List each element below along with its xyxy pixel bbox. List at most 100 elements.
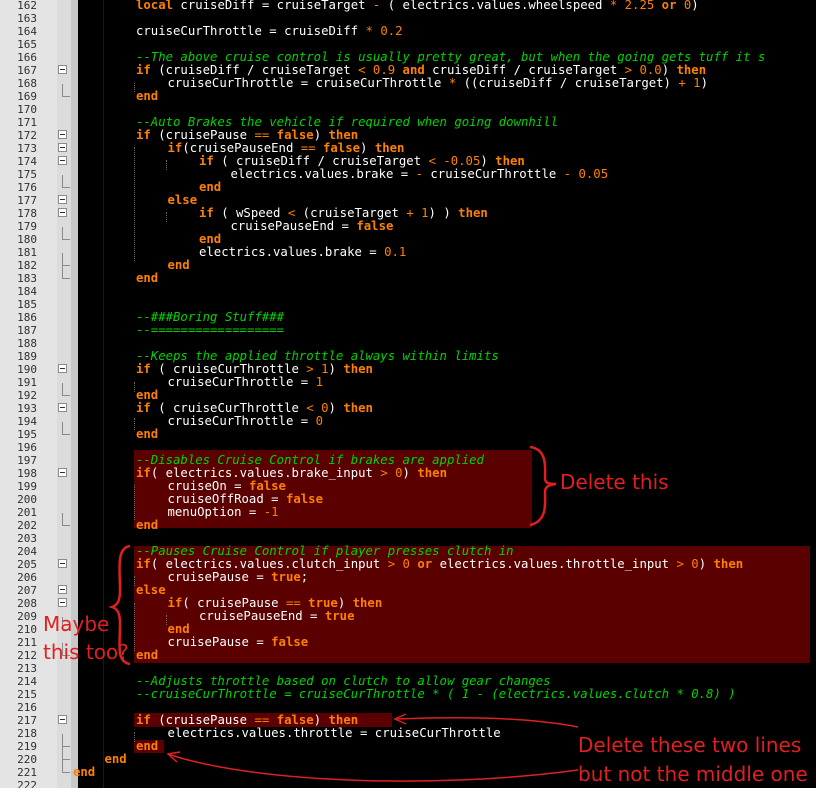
code-token: + bbox=[678, 76, 686, 90]
code-line[interactable]: 194 cruiseCurThrottle = 0 bbox=[0, 415, 816, 429]
code-token: 0.9 bbox=[365, 63, 403, 77]
code-token: 0 bbox=[676, 0, 692, 12]
code-token: 0 bbox=[395, 557, 418, 571]
code-line[interactable]: 180 end bbox=[0, 227, 816, 246]
code-token: ) bbox=[360, 141, 375, 155]
code-line[interactable]: 181 electrics.values.brake = 0.1 bbox=[0, 245, 816, 260]
fold-toggle-icon[interactable] bbox=[58, 195, 67, 204]
fold-end-marker bbox=[62, 513, 70, 526]
code-token: cruisePause = bbox=[167, 570, 272, 584]
code-token: ) bbox=[313, 713, 329, 727]
line-number: 169 bbox=[17, 90, 37, 103]
code-token: cruiseCurThrottle bbox=[423, 167, 564, 181]
fold-toggle-icon[interactable] bbox=[58, 585, 67, 594]
code-line[interactable]: 201 menuOption = -1 bbox=[0, 505, 816, 520]
fold-toggle-icon[interactable] bbox=[58, 559, 67, 568]
code-line[interactable]: 195 end bbox=[0, 422, 816, 441]
code-line[interactable]: 184 bbox=[0, 285, 816, 298]
code-line[interactable]: 210 end bbox=[0, 617, 816, 636]
code-line[interactable]: 164 cruiseCurThrottle = cruiseDiff * 0.2 bbox=[0, 25, 816, 39]
code-line[interactable]: 175 electrics.values.brake = - cruiseCurT… bbox=[0, 167, 816, 182]
code-line[interactable]: 169 end bbox=[0, 84, 816, 103]
code-text: cruisePauseEnd = false bbox=[231, 220, 394, 233]
code-token: then bbox=[352, 596, 383, 610]
code-token: local bbox=[136, 0, 174, 12]
fold-toggle-icon[interactable] bbox=[58, 143, 67, 152]
line-number: 179 bbox=[17, 220, 37, 233]
line-number: 182 bbox=[17, 259, 37, 272]
code-token: 0.05 bbox=[450, 154, 481, 168]
code-line[interactable]: 172 if (cruisePause == false) then bbox=[0, 129, 816, 143]
line-number: 198 bbox=[17, 467, 37, 480]
code-token: then bbox=[343, 401, 373, 415]
code-line[interactable]: 186 --###Boring Stuff### bbox=[0, 311, 816, 325]
line-number: 209 bbox=[17, 610, 37, 623]
fold-toggle-icon[interactable] bbox=[58, 156, 67, 165]
fold-toggle-icon[interactable] bbox=[58, 598, 67, 607]
code-line[interactable]: 199 cruiseOn = false bbox=[0, 480, 816, 494]
code-line[interactable]: 207 else bbox=[0, 584, 816, 598]
code-text: end bbox=[168, 259, 190, 272]
code-line[interactable]: 183 end bbox=[0, 266, 816, 285]
code-token: == bbox=[254, 713, 270, 727]
code-token: if bbox=[136, 557, 151, 571]
code-line[interactable]: 208 if( cruisePause == true) then bbox=[0, 596, 816, 611]
code-line[interactable]: 171 --Auto Brakes the vehicle if required… bbox=[0, 116, 816, 130]
code-line[interactable]: 179 cruisePauseEnd = false bbox=[0, 220, 816, 234]
fold-toggle-icon[interactable] bbox=[58, 65, 67, 74]
code-line[interactable]: 162 local cruiseDiff = cruiseTarget - ( e… bbox=[0, 0, 816, 12]
code-line[interactable]: 190 if ( cruiseCurThrottle > 1) then bbox=[0, 363, 816, 377]
code-line[interactable]: 209 cruisePauseEnd = true bbox=[0, 610, 816, 624]
code-token: 0 bbox=[387, 466, 403, 480]
code-line[interactable]: 215 --cruiseCurThrottle = cruiseCurThrott… bbox=[0, 688, 816, 702]
code-token: electrics.values.brake = bbox=[199, 245, 385, 259]
code-token: if bbox=[199, 154, 214, 168]
annotation-maybe-line2: this too? bbox=[43, 640, 129, 664]
line-number: 187 bbox=[17, 324, 37, 337]
code-token: --Pauses Cruise Control if player presse… bbox=[136, 544, 514, 558]
code-line[interactable]: 205 if( electrics.values.clutch_input > 0… bbox=[0, 557, 816, 572]
code-line[interactable]: 176 end bbox=[0, 175, 816, 194]
fold-end-marker bbox=[62, 760, 70, 773]
fold-toggle-icon[interactable] bbox=[58, 715, 67, 724]
code-token: end bbox=[136, 648, 159, 662]
line-number: 180 bbox=[17, 233, 37, 246]
code-line[interactable]: 189 --Keeps the applied throttle always w… bbox=[0, 350, 816, 364]
code-line[interactable]: 163 bbox=[0, 12, 816, 25]
code-line[interactable]: 187 --================== bbox=[0, 324, 816, 338]
code-line[interactable]: 191 cruiseCurThrottle = 1 bbox=[0, 376, 816, 390]
code-line[interactable]: 192 end bbox=[0, 383, 816, 402]
code-line[interactable]: 182 end bbox=[0, 253, 816, 272]
fold-toggle-icon[interactable] bbox=[58, 468, 67, 477]
line-number: 200 bbox=[17, 493, 37, 506]
line-number: 205 bbox=[17, 558, 37, 571]
code-token: end bbox=[199, 232, 222, 246]
code-line[interactable]: 168 cruiseCurThrottle = cruiseCurThrottle… bbox=[0, 76, 816, 91]
fold-toggle-icon[interactable] bbox=[58, 208, 67, 217]
fold-toggle-icon[interactable] bbox=[58, 364, 67, 373]
code-token: ) bbox=[700, 76, 708, 90]
code-line[interactable]: 198 if( electrics.values.brake_input > 0)… bbox=[0, 466, 816, 481]
fold-toggle-icon[interactable] bbox=[58, 403, 67, 412]
code-token: == bbox=[285, 596, 301, 610]
code-token: > bbox=[676, 557, 684, 571]
line-number: 193 bbox=[17, 402, 37, 415]
line-number: 173 bbox=[17, 142, 37, 155]
code-line[interactable]: 216 bbox=[0, 701, 816, 714]
code-line[interactable]: 206 cruisePause = true; bbox=[0, 570, 816, 585]
code-line[interactable]: 185 bbox=[0, 298, 816, 311]
line-number: 196 bbox=[17, 441, 37, 454]
code-line[interactable]: 193 if ( cruiseCurThrottle < 0) then bbox=[0, 401, 816, 416]
code-editor[interactable]: 162 local cruiseDiff = cruiseTarget - ( e… bbox=[0, 0, 816, 788]
code-text: cruisePauseEnd = true bbox=[199, 610, 354, 623]
code-token: 1 bbox=[271, 505, 279, 519]
code-text: else bbox=[136, 584, 166, 597]
code-token: and bbox=[402, 63, 425, 77]
line-number: 170 bbox=[17, 103, 37, 116]
code-line[interactable]: 178 if ( wSpeed < (cruiseTarget + 1) ) th… bbox=[0, 207, 816, 221]
code-token: ( electrics.values.clutch_input bbox=[150, 557, 388, 571]
fold-toggle-icon[interactable] bbox=[58, 130, 67, 139]
code-line[interactable]: 202 end bbox=[0, 513, 816, 532]
code-line[interactable]: 200 cruiseOffRoad = false bbox=[0, 493, 816, 507]
line-number: 177 bbox=[17, 194, 37, 207]
